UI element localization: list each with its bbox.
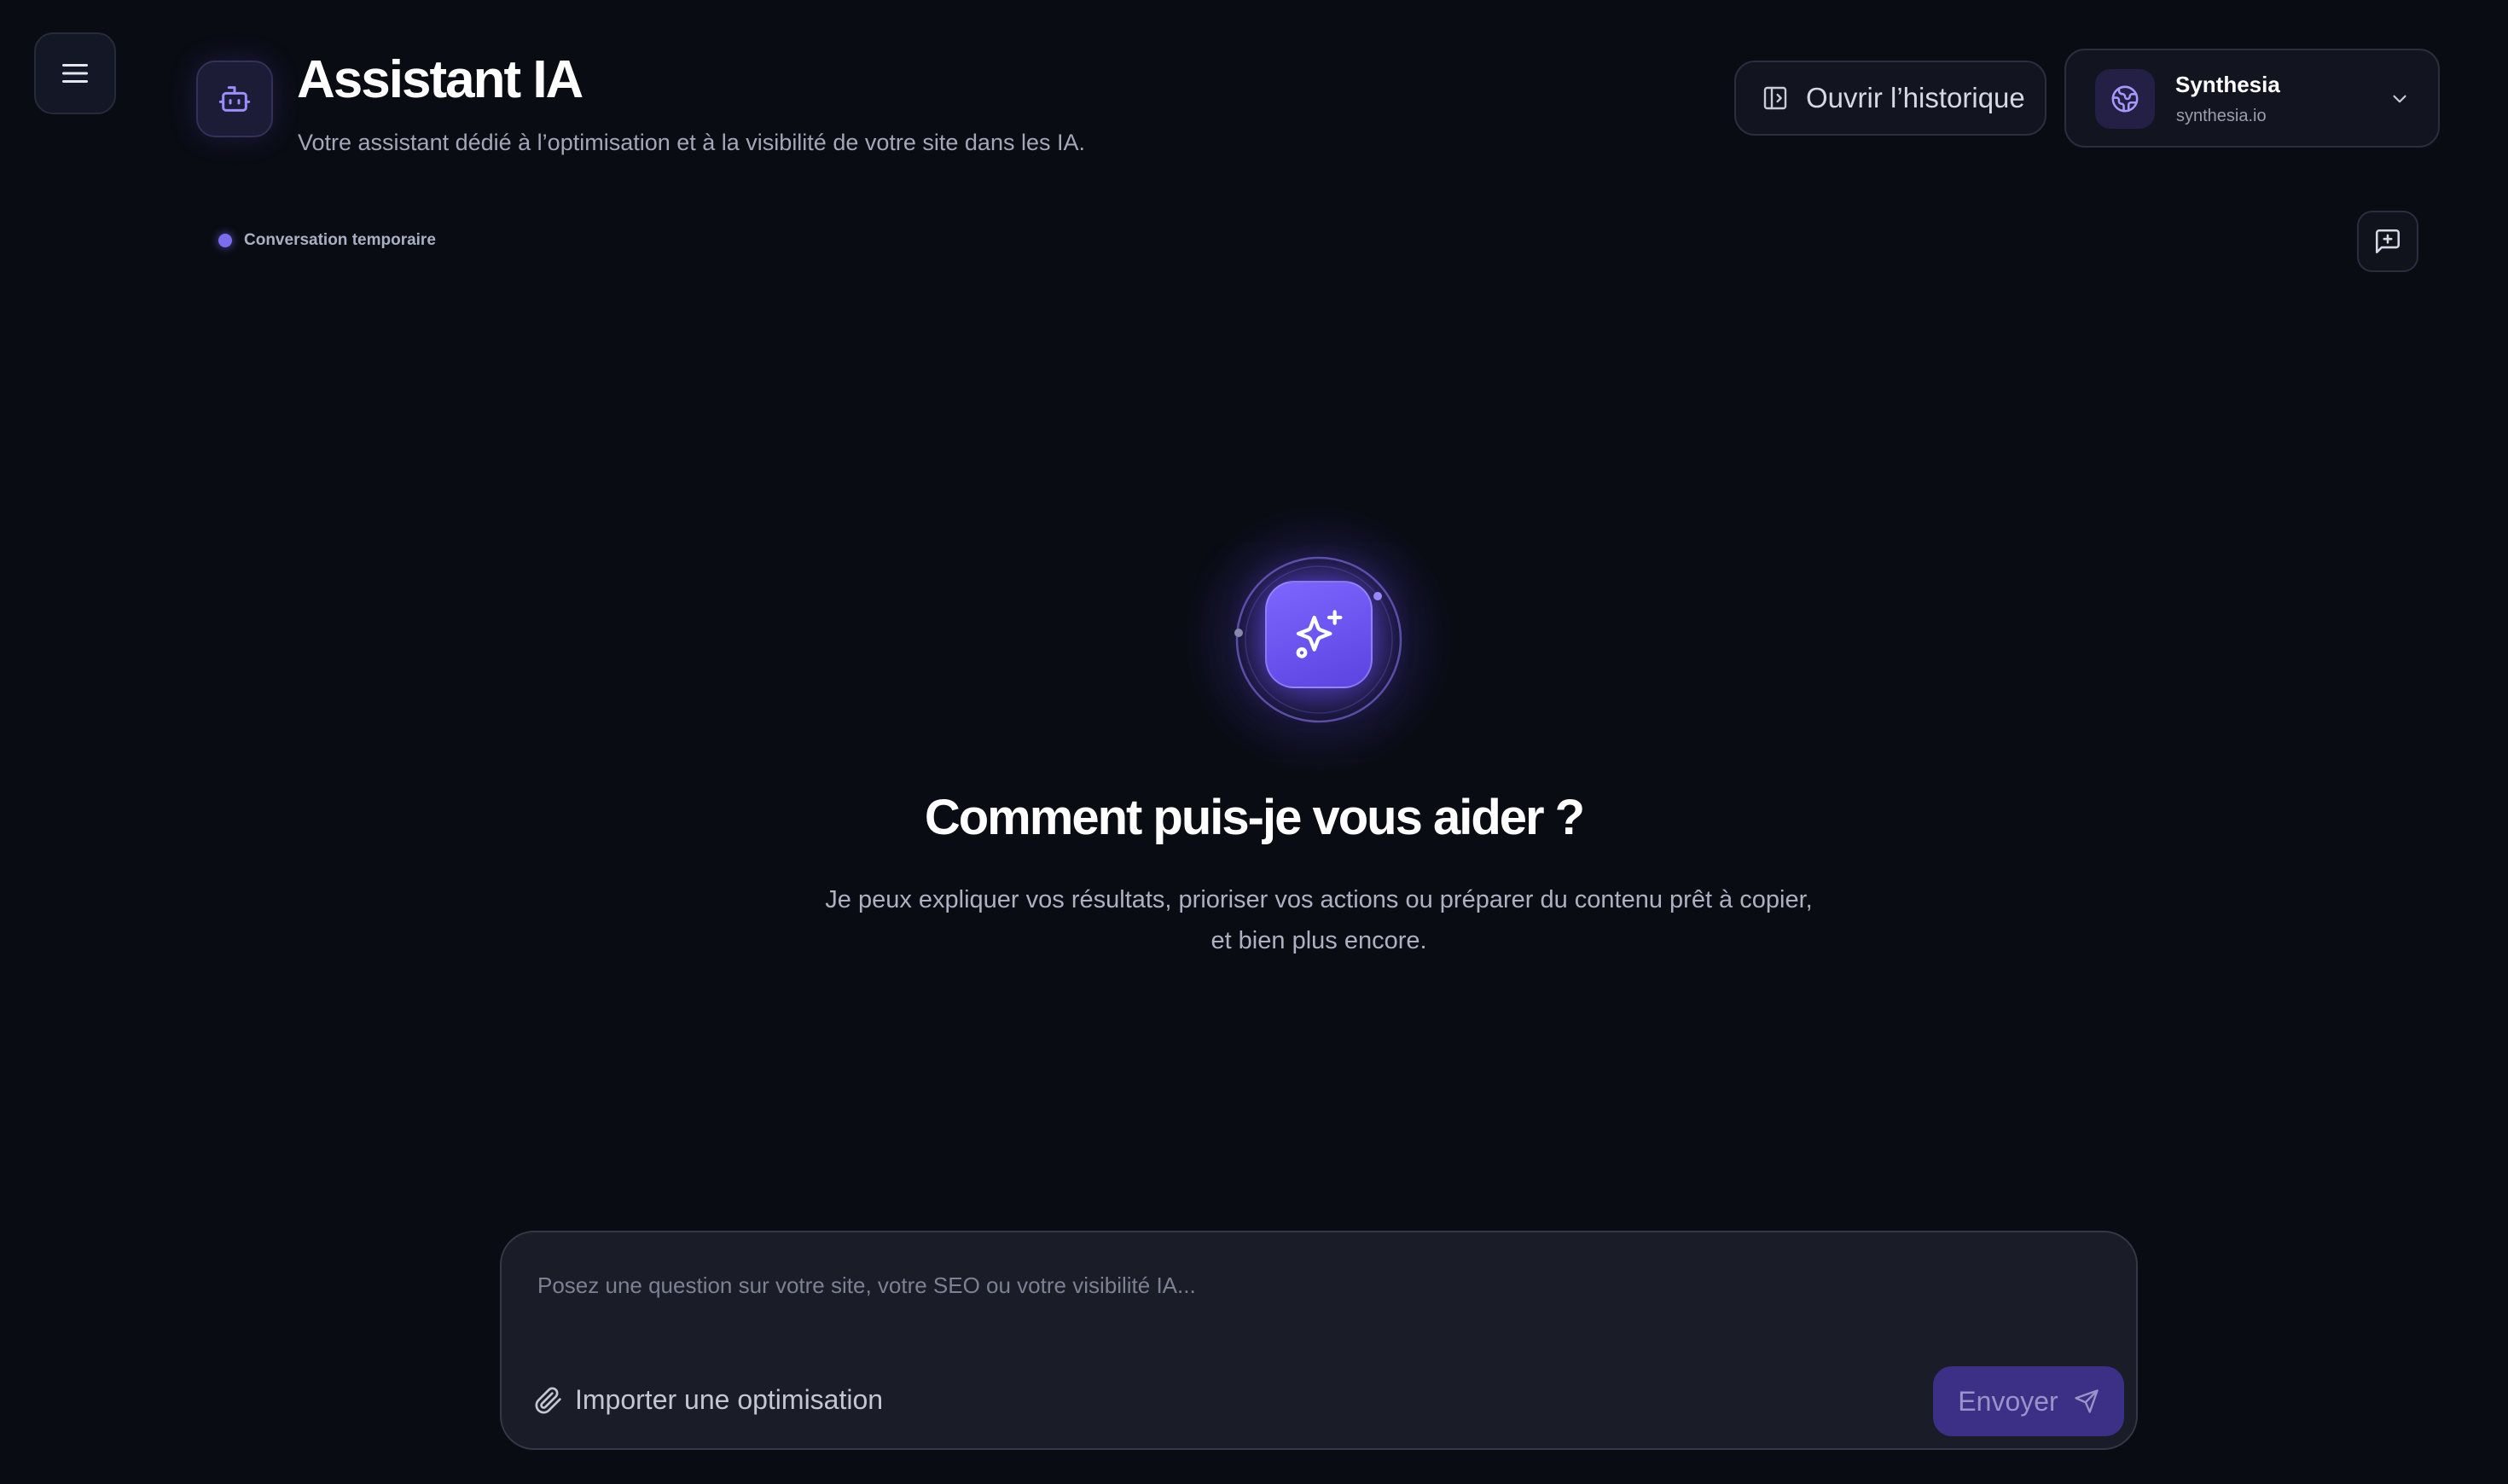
menu-button[interactable] xyxy=(34,32,116,114)
status-dot xyxy=(218,234,232,247)
site-name: Synthesia xyxy=(2175,72,2280,97)
hero-icon-tile xyxy=(1265,581,1373,688)
open-history-button[interactable]: Ouvrir l’historique xyxy=(1734,61,2046,136)
sparkles-icon xyxy=(1296,610,1343,658)
message-composer: Importer une optimisation Envoyer xyxy=(500,1231,2138,1450)
site-avatar xyxy=(2095,69,2155,129)
paperclip-icon xyxy=(535,1387,561,1413)
sidebar-panel-icon xyxy=(1763,86,1787,110)
new-message-icon xyxy=(2375,229,2401,254)
open-history-label: Ouvrir l’historique xyxy=(1806,82,2025,113)
robot-icon xyxy=(218,86,251,112)
import-optimization-button[interactable]: Importer une optimisation xyxy=(534,1384,883,1416)
message-input[interactable] xyxy=(536,1260,2088,1311)
site-domain: synthesia.io xyxy=(2176,107,2267,125)
page-title: Assistant IA xyxy=(297,50,583,109)
assistant-page: Assistant IA Votre assistant dédié à l’o… xyxy=(0,0,2508,1484)
send-icon xyxy=(2075,1389,2099,1413)
new-conversation-button[interactable] xyxy=(2357,211,2418,272)
hero-title: Comment puis-je vous aider ? xyxy=(924,790,1585,845)
page-subtitle: Votre assistant dédié à l’optimisation e… xyxy=(298,130,1085,155)
assistant-avatar xyxy=(196,61,273,137)
hero-description: Je peux expliquer vos résultats, prioris… xyxy=(825,886,1813,954)
hamburger-menu-icon xyxy=(62,64,88,83)
send-label: Envoyer xyxy=(1958,1385,2058,1417)
conversation-status: Conversation temporaire xyxy=(218,231,436,250)
chevron-down-icon xyxy=(2393,95,2406,103)
site-selector[interactable]: Synthesia synthesia.io xyxy=(2064,49,2440,148)
send-button[interactable]: Envoyer xyxy=(1933,1366,2124,1436)
hero-emblem xyxy=(1182,503,1455,776)
conversation-status-label: Conversation temporaire xyxy=(244,231,436,249)
globe-icon xyxy=(2111,85,2139,113)
import-optimization-label: Importer une optimisation xyxy=(575,1384,884,1415)
